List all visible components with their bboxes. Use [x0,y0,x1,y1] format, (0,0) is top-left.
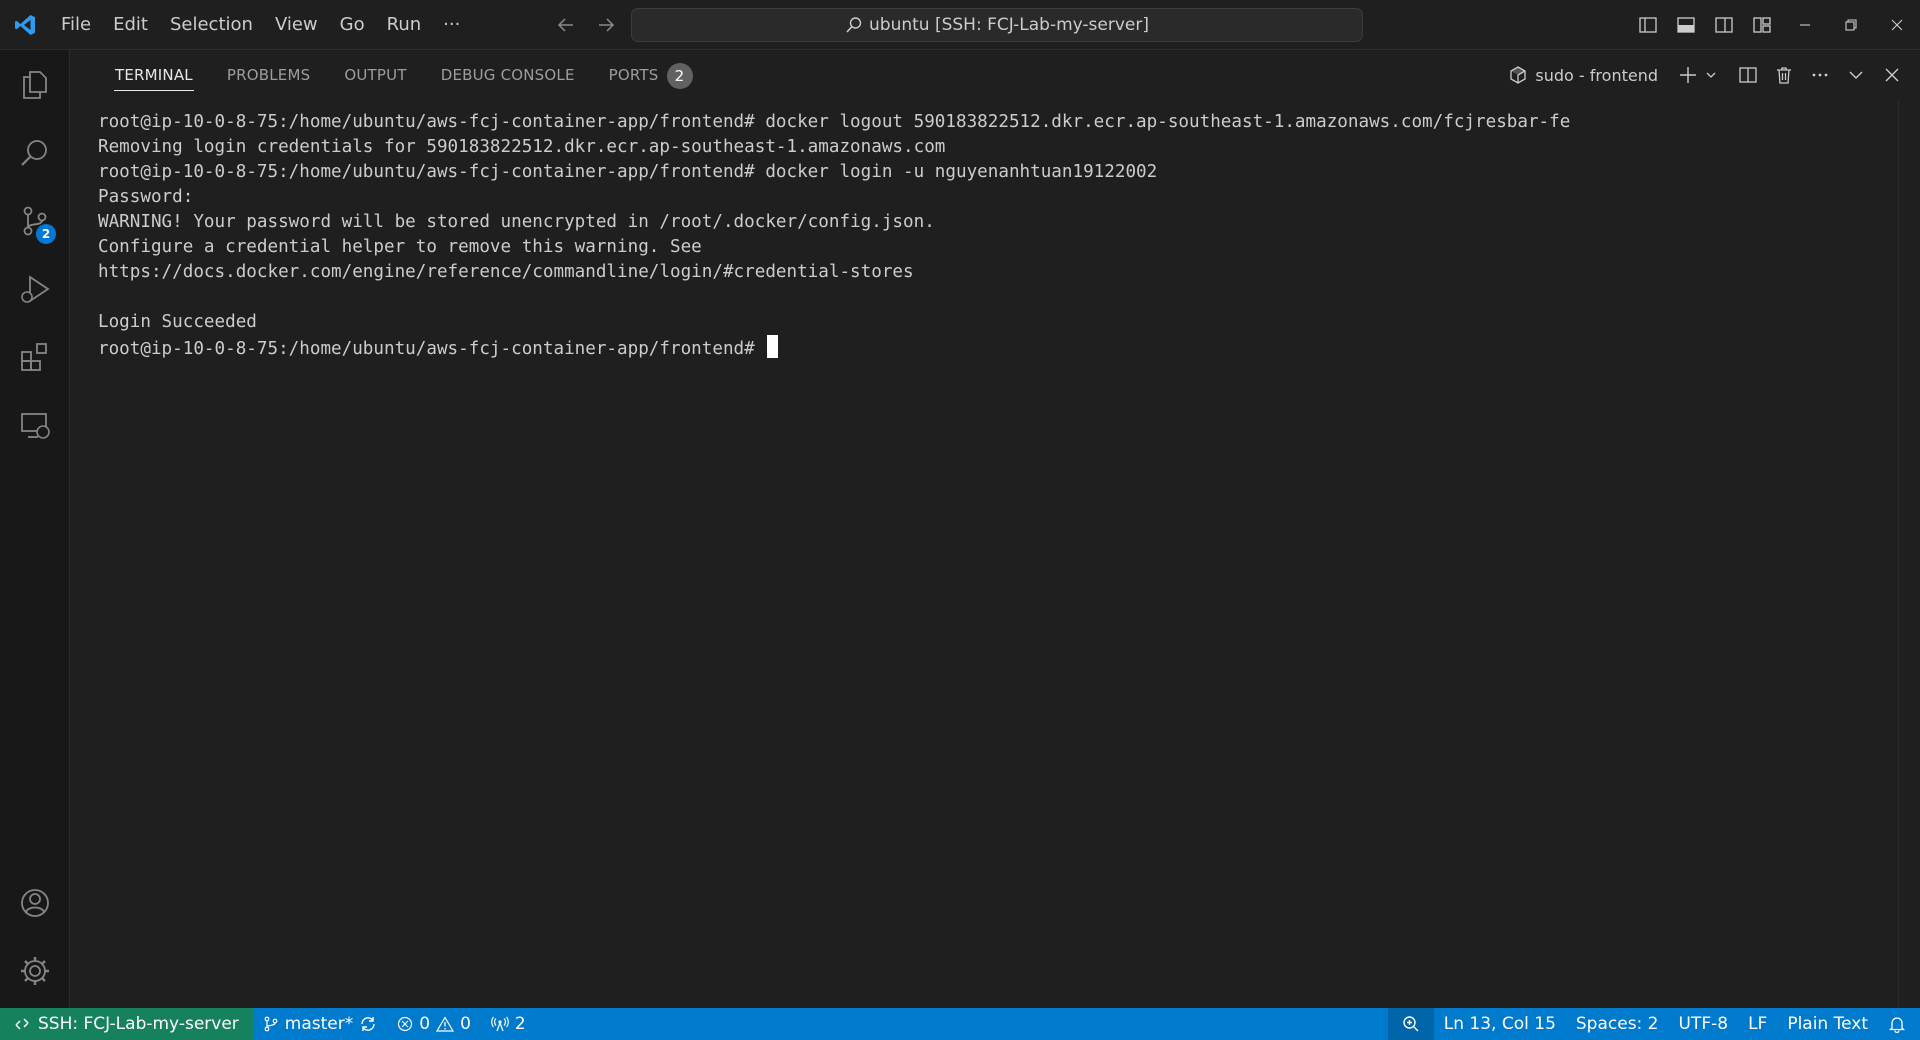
forwarded-ports-count: 2 [514,1014,526,1034]
terminal-cursor [767,335,779,358]
remote-indicator[interactable]: SSH: FCJ-Lab-my-server [0,1008,253,1040]
zoom-in-icon [1403,1016,1419,1032]
warning-count: 0 [460,1014,471,1034]
source-control-badge: 2 [36,224,56,244]
terminal-selector[interactable]: sudo - frontend [1508,65,1658,85]
new-terminal-plus-icon[interactable] [1676,57,1700,93]
branch-label: master* [284,1014,354,1034]
terminal-line: https://docs.docker.com/engine/reference… [98,262,914,282]
command-center-label: ubuntu [SSH: FCJ-Lab-my-server] [869,15,1149,35]
search-view-icon[interactable] [0,118,70,188]
tab-problems[interactable]: PROBLEMS [210,50,327,100]
go-forward-icon[interactable] [590,9,622,41]
panel-actions: sudo - frontend [1508,50,1920,100]
terminal-line: WARNING! Your password will be stored un… [98,212,935,232]
close-window-icon[interactable] [1874,0,1920,50]
terminal-scrollbar[interactable] [1898,100,1920,1008]
status-bar-right: Ln 13, Col 15 Spaces: 2 UTF-8 LF Plain T… [1387,1008,1920,1040]
error-count: 0 [419,1014,431,1034]
menu-run[interactable]: Run [376,8,433,42]
terminal-line: Login Succeeded [98,312,257,332]
terminal-output[interactable]: root@ip-10-0-8-75:/home/ubuntu/aws-fcj-c… [70,100,1920,1008]
kill-terminal-trash-icon[interactable] [1766,57,1802,93]
terminal-line: Password: [98,187,194,207]
window-controls [1782,0,1920,50]
radio-tower-icon [491,1016,509,1032]
terminal-line: Removing login credentials for 590183822… [98,137,946,157]
error-icon [398,1016,413,1032]
menu-bar: File Edit Selection View Go Run ··· [50,0,471,50]
forwarded-ports-indicator[interactable]: 2 [481,1008,536,1040]
terminal-prompt: root@ip-10-0-8-75:/home/ubuntu/aws-fcj-c… [98,339,766,359]
sync-icon [361,1017,375,1031]
ports-count-badge: 2 [666,62,693,89]
command-center[interactable]: ubuntu [SSH: FCJ-Lab-my-server] [631,8,1363,42]
status-bar: SSH: FCJ-Lab-my-server master* 0 0 2 Ln … [0,1008,1920,1040]
zoom-indicator[interactable] [1387,1008,1434,1040]
vscode-logo-icon [0,0,50,50]
terminal-shell-icon [1510,66,1527,84]
encoding[interactable]: UTF-8 [1669,1008,1739,1040]
remote-label: SSH: FCJ-Lab-my-server [38,1014,239,1034]
source-control-icon[interactable]: 2 [0,186,70,256]
menu-edit[interactable]: Edit [102,8,159,42]
toggle-secondary-sidebar-icon[interactable] [1708,9,1740,41]
tab-ports-label: PORTS [608,66,659,84]
terminal-name-label: sudo - frontend [1535,65,1658,85]
language-mode[interactable]: Plain Text [1777,1008,1878,1040]
tab-ports[interactable]: PORTS 2 [592,50,710,100]
accounts-icon[interactable] [0,868,70,938]
extensions-icon[interactable] [0,322,70,392]
terminal-line: root@ip-10-0-8-75:/home/ubuntu/aws-fcj-c… [98,162,1158,182]
cursor-position[interactable]: Ln 13, Col 15 [1434,1008,1566,1040]
indentation[interactable]: Spaces: 2 [1566,1008,1669,1040]
go-back-icon[interactable] [550,9,582,41]
panel-header: TERMINAL PROBLEMS OUTPUT DEBUG CONSOLE P… [70,50,1920,100]
terminal-line: root@ip-10-0-8-75:/home/ubuntu/aws-fcj-c… [98,112,1571,132]
tab-debug-console[interactable]: DEBUG CONSOLE [424,50,592,100]
panel-tabs: TERMINAL PROBLEMS OUTPUT DEBUG CONSOLE P… [98,50,710,100]
toggle-primary-sidebar-icon[interactable] [1632,9,1664,41]
menu-go[interactable]: Go [329,8,376,42]
menu-file[interactable]: File [50,8,102,42]
maximize-panel-chevron-icon[interactable] [1838,57,1874,93]
branch-indicator[interactable]: master* [253,1008,387,1040]
title-bar: File Edit Selection View Go Run ··· ubun… [0,0,1920,50]
tab-terminal[interactable]: TERMINAL [98,50,210,100]
more-actions-icon[interactable] [1802,57,1838,93]
close-panel-icon[interactable] [1874,57,1910,93]
terminal-prompt-line: root@ip-10-0-8-75:/home/ubuntu/aws-fcj-c… [98,335,1892,360]
remote-explorer-icon[interactable] [0,390,70,460]
split-terminal-icon[interactable] [1730,57,1766,93]
notifications-bell-icon[interactable] [1878,1008,1920,1040]
run-and-debug-icon[interactable] [0,254,70,324]
restore-icon[interactable] [1828,0,1874,50]
warning-icon [436,1016,455,1032]
problems-indicator[interactable]: 0 0 [387,1008,481,1040]
layout-controls [1632,0,1778,50]
activity-bar: 2 [0,50,70,1008]
explorer-icon[interactable] [0,50,70,120]
menu-selection[interactable]: Selection [159,8,264,42]
minimize-icon[interactable] [1782,0,1828,50]
search-icon [846,17,862,33]
menu-more[interactable]: ··· [432,8,471,42]
launch-profile-chevron-down-icon[interactable] [1700,57,1722,93]
git-branch-icon [264,1016,278,1032]
navigation-controls [550,0,622,50]
remote-icon [15,1018,29,1030]
menu-view[interactable]: View [264,8,329,42]
terminal-line: Configure a credential helper to remove … [98,237,702,257]
toggle-panel-icon[interactable] [1670,9,1702,41]
manage-gear-icon[interactable] [0,936,70,1006]
end-of-line[interactable]: LF [1738,1008,1777,1040]
tab-output[interactable]: OUTPUT [327,50,423,100]
customize-layout-icon[interactable] [1746,9,1778,41]
